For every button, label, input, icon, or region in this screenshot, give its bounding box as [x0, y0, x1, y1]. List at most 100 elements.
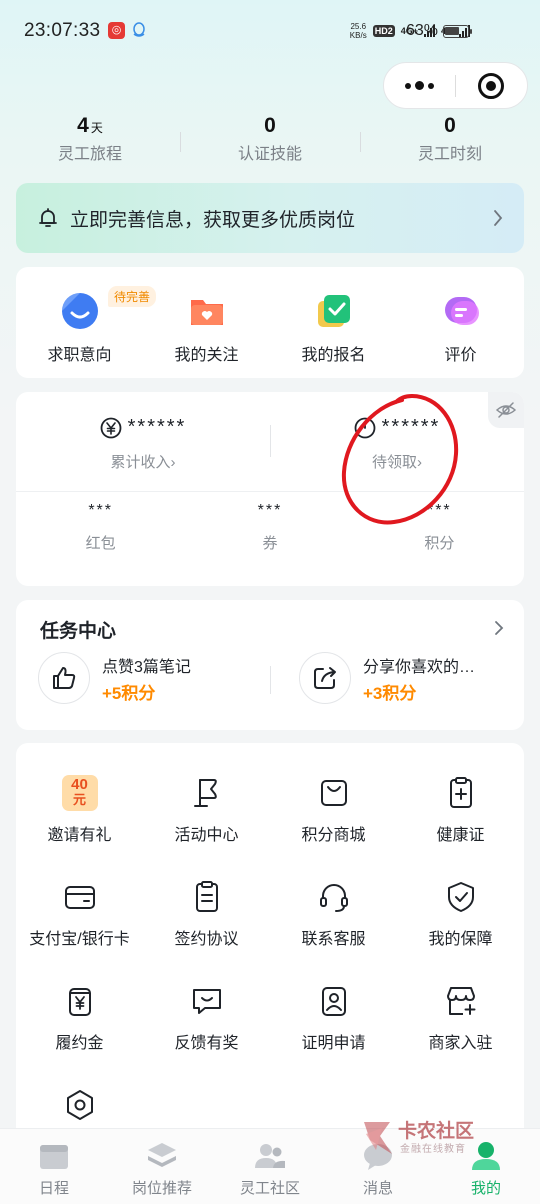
thumbs-up-icon-wrap	[38, 652, 90, 704]
contract-document-icon	[195, 881, 218, 912]
service-health-cert[interactable]: 健康证	[397, 775, 524, 845]
reviews-item[interactable]: 评价	[397, 267, 524, 378]
service-label: 商家入驻	[428, 1035, 493, 1052]
tab-label: 消息	[362, 1180, 393, 1197]
headset-icon	[319, 884, 348, 912]
reward-unit: 元	[72, 792, 86, 807]
service-my-insurance[interactable]: 我的保障	[397, 879, 524, 949]
asset-label: 积分	[424, 535, 455, 552]
id-badge-icon	[321, 987, 346, 1016]
store-add-icon	[446, 987, 475, 1015]
stat-label: 认证技能	[237, 146, 302, 163]
service-settings[interactable]	[16, 1087, 143, 1133]
thumbs-up-icon	[53, 667, 76, 689]
service-label: 履约金	[55, 1035, 104, 1052]
task-share[interactable]: 分享你喜欢的… +3积分	[299, 652, 475, 704]
favorites-folder-icon	[190, 300, 223, 325]
job-intention-item[interactable]: 求职意向	[16, 267, 143, 378]
stat-moments[interactable]: 0 灵工时刻	[360, 114, 540, 170]
asset-value: ***	[88, 502, 113, 519]
service-label: 联系客服	[301, 931, 366, 948]
service-certificate-request[interactable]: 证明申请	[270, 983, 397, 1053]
watermark-logo-icon	[364, 1122, 392, 1154]
service-customer-support[interactable]: 联系客服	[270, 879, 397, 949]
chevron-right-icon[interactable]	[494, 620, 504, 636]
my-favorites-item[interactable]: 我的关注	[143, 267, 270, 378]
clock-icon	[354, 417, 376, 438]
quick-actions-card: 求职意向 我的关注 我的报名 评价 待完善	[16, 267, 524, 378]
asset-label: 券	[262, 535, 278, 552]
asset-value: ***	[257, 502, 283, 519]
service-activity[interactable]: 活动中心	[143, 775, 270, 845]
service-label: 活动中心	[174, 827, 239, 844]
users-icon	[255, 1144, 285, 1168]
service-performance-deposit[interactable]: 履约金	[16, 983, 143, 1053]
wallet-card-icon	[64, 886, 95, 909]
service-contracts[interactable]: 签约协议	[143, 879, 270, 949]
service-label: 健康证	[436, 827, 485, 844]
tab-job-recommend[interactable]: 岗位推荐	[108, 1129, 216, 1204]
close-miniprogram-button[interactable]	[456, 63, 527, 108]
stat-label: 灵工旅程	[57, 146, 122, 163]
hide-amount-toggle[interactable]	[488, 392, 524, 428]
tab-community[interactable]: 灵工社区	[216, 1129, 324, 1204]
task-points: +3积分	[363, 683, 417, 703]
task-name: 分享你喜欢的…	[363, 658, 476, 676]
complete-profile-banner[interactable]: 立即完善信息，获取更多优质岗位	[16, 183, 524, 253]
service-merchant-join[interactable]: 商家入驻	[397, 983, 524, 1053]
battery-icon	[443, 25, 472, 38]
quick-action-label: 评价	[444, 347, 477, 364]
pending-value: ******	[381, 416, 441, 438]
total-income[interactable]: ****** 累计收入›	[16, 416, 270, 472]
tab-label: 日程	[38, 1180, 69, 1197]
status-time: 23:07:33	[24, 20, 101, 41]
stat-unit: 天	[90, 121, 103, 135]
stat-value: 0	[444, 114, 456, 137]
tab-schedule[interactable]: 日程	[0, 1129, 108, 1204]
chevron-right-icon: ›	[170, 454, 176, 471]
quick-action-label: 我的报名	[301, 347, 366, 364]
netease-music-icon: ◎	[108, 22, 125, 39]
stat-value: 4	[77, 114, 89, 137]
red-packet-item[interactable]: *** 红包	[16, 502, 185, 553]
bell-icon	[39, 208, 57, 227]
settings-hexagon-icon	[66, 1090, 93, 1120]
stat-value: 0	[264, 114, 276, 137]
banner-text: 立即完善信息，获取更多优质岗位	[70, 209, 356, 231]
service-label: 签约协议	[174, 931, 239, 948]
watermark-title: 卡农社区	[398, 1121, 475, 1142]
flag-icon	[193, 779, 217, 807]
layers-icon	[148, 1143, 176, 1167]
service-points-mall[interactable]: 积分商城	[270, 775, 397, 845]
tab-label: 我的	[470, 1180, 501, 1197]
service-label: 支付宝/银行卡	[29, 931, 130, 948]
service-payment-accounts[interactable]: 支付宝/银行卡	[16, 879, 143, 949]
shopping-bag-icon	[320, 780, 347, 806]
task-points: +5积分	[102, 683, 156, 703]
pending-income[interactable]: ****** 待领取›	[270, 416, 524, 472]
miniprogram-capsule	[383, 62, 528, 109]
my-signups-item[interactable]: 我的报名	[270, 267, 397, 378]
service-invite[interactable]: 40 元 邀请有礼	[16, 775, 143, 845]
feedback-chat-icon	[192, 989, 221, 1014]
dot-icon	[405, 82, 411, 89]
dot-icon	[428, 82, 434, 89]
stat-journey[interactable]: 4天 灵工旅程	[0, 114, 180, 170]
stat-label: 灵工时刻	[417, 146, 482, 163]
task-center-card: 任务中心 点赞3篇笔记 +5积分 分享你喜欢的… +3积分	[16, 600, 524, 730]
points-item[interactable]: *** 积分	[355, 502, 524, 553]
services-grid: 40 元 邀请有礼 活动中心 积分商城 健康证 支付宝/银行卡 签约协议 联系客…	[16, 743, 524, 1143]
service-feedback[interactable]: 反馈有奖	[143, 983, 270, 1053]
dot-icon	[415, 81, 424, 90]
quick-action-label: 我的关注	[174, 347, 239, 364]
coupon-item[interactable]: *** 券	[185, 502, 354, 553]
task-like-notes[interactable]: 点赞3篇笔记 +5积分	[38, 652, 191, 704]
service-label: 反馈有奖	[174, 1035, 239, 1052]
stat-skills[interactable]: 0 认证技能	[180, 114, 360, 170]
qq-icon	[133, 22, 145, 37]
more-options-button[interactable]	[384, 63, 455, 108]
reward-amount: 40	[71, 776, 88, 793]
asset-label: 红包	[85, 535, 116, 552]
pending-label: 待领取	[371, 454, 417, 471]
shield-check-icon	[447, 882, 474, 912]
